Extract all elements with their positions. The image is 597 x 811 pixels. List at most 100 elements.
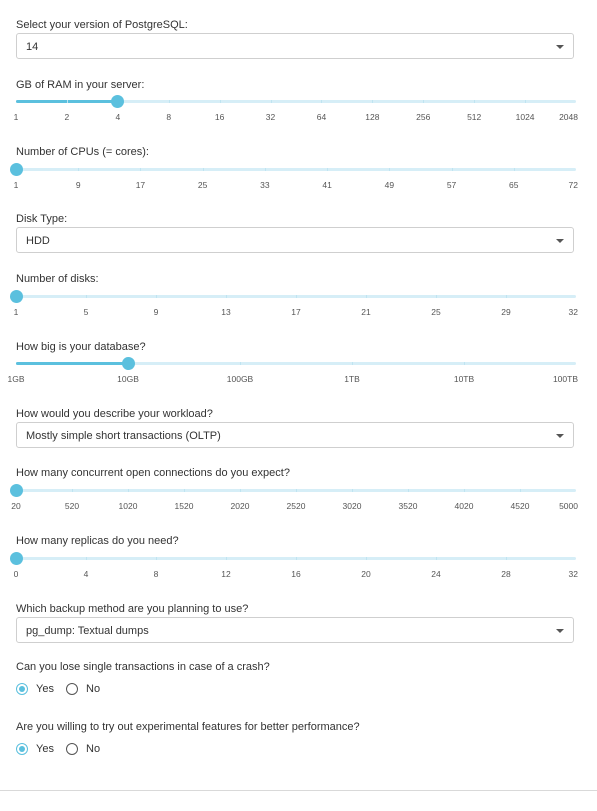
slider-thumb[interactable]: [9, 290, 23, 303]
cpus-label: Number of CPUs (= cores):: [16, 146, 149, 158]
lose-transactions-label: Can you lose single transactions in case…: [16, 661, 270, 673]
slider-thumb[interactable]: [9, 552, 23, 565]
slider-tick-mark: [140, 168, 142, 171]
backup-value: pg_dump: Textual dumps: [26, 625, 149, 637]
slider-tick-label: 9: [75, 180, 81, 190]
slider-tick-label: 32: [568, 307, 578, 317]
slider-tick-label: 8: [166, 112, 172, 122]
slider-tick-label: 72: [568, 180, 578, 190]
slider-tick-label: 100TB: [552, 374, 578, 384]
slider-tick-label: 2520: [286, 501, 306, 511]
workload-select[interactable]: Mostly simple short transactions (OLTP): [16, 422, 574, 448]
postgres-version-value: 14: [26, 41, 39, 53]
slider-tick-mark: [436, 295, 437, 298]
slider-tick-label: 10TB: [453, 374, 475, 384]
db-size-label: How big is your database?: [16, 341, 146, 353]
slider-tick-label: 65: [509, 180, 519, 190]
connections-slider[interactable]: 20 520 1020 1520 2020 2520 3020 3520 4020 4520 500…: [9, 483, 578, 515]
slider-tick-label: 20: [361, 569, 371, 579]
replicas-slider[interactable]: 0 4 8 12 16 20 24 28 32: [9, 551, 578, 583]
slider-tick-label: 256: [416, 112, 431, 122]
slider-fill: [16, 362, 128, 365]
slider-thumb[interactable]: [9, 484, 23, 497]
bottom-divider: [0, 790, 597, 791]
slider-tick-mark: [128, 489, 129, 492]
slider-tick-label: 32: [265, 112, 276, 122]
slider-tick-mark: [436, 557, 437, 560]
slider-tick-label: 13: [221, 307, 231, 317]
disks-slider[interactable]: 1 5 9 13 17 21 25 29 32: [9, 289, 578, 321]
chevron-down-icon: [556, 45, 564, 49]
disks-label: Number of disks:: [16, 273, 99, 285]
slider-tick-mark: [168, 100, 170, 103]
slider-tick-label: 1GB: [7, 374, 25, 384]
connections-label: How many concurrent open connections do …: [16, 467, 290, 479]
slider-tick-label: 128: [365, 112, 380, 122]
slider-tick-label: 2048: [559, 112, 578, 122]
experimental-label: Are you willing to try out experimental …: [16, 721, 360, 733]
slider-track[interactable]: [16, 168, 576, 171]
slider-tick-mark: [78, 168, 80, 171]
slider-tick-mark: [240, 489, 241, 492]
disk-type-label: Disk Type:: [16, 213, 68, 225]
slider-thumb[interactable]: [111, 95, 125, 108]
slider-tick-mark: [270, 100, 272, 103]
slider-tick-label: 1TB: [344, 374, 360, 384]
slider-tick-label: 29: [501, 307, 511, 317]
slider-tick-mark: [366, 295, 367, 298]
slider-tick-label: 16: [291, 569, 301, 579]
chevron-down-icon: [556, 239, 564, 243]
slider-tick-mark: [184, 489, 185, 492]
slider-tick-label: 10GB: [117, 374, 139, 384]
slider-tick-mark: [464, 362, 465, 365]
cpus-slider[interactable]: 1 9 17 25 33 41 49 57 65 72: [9, 162, 578, 194]
slider-tick-mark: [321, 100, 323, 103]
disk-type-select[interactable]: HDD: [16, 227, 574, 253]
slider-tick-label: 1520: [174, 501, 194, 511]
db-size-slider[interactable]: 1GB 10GB 100GB 1TB 10TB 100TB: [7, 356, 578, 388]
slider-thumb[interactable]: [121, 357, 135, 370]
slider-tick-mark: [240, 362, 241, 365]
radio-label: Yes: [36, 743, 54, 755]
slider-tick-mark: [66, 100, 68, 103]
radio-label: Yes: [36, 683, 54, 695]
slider-tick-label: 20: [11, 501, 21, 511]
slider-tick-mark: [226, 557, 227, 560]
slider-tick-label: 64: [316, 112, 327, 122]
slider-tick-mark: [327, 168, 329, 171]
slider-tick-label: 1: [13, 307, 19, 317]
postgres-version-select[interactable]: 14: [16, 33, 574, 59]
backup-select[interactable]: pg_dump: Textual dumps: [16, 617, 574, 643]
slider-tick-mark: [408, 489, 409, 492]
slider-tick-mark: [506, 295, 507, 298]
slider-tick-mark: [156, 557, 157, 560]
slider-tick-label: 4020: [454, 501, 474, 511]
slider-tick-mark: [464, 489, 465, 492]
ram-slider[interactable]: 1 2 4 8 16 32 64 128 256 512 1024 2048: [14, 94, 578, 126]
slider-tick-label: 4: [83, 569, 89, 579]
radio-unchecked-icon: [66, 683, 78, 695]
slider-tick-label: 17: [135, 180, 146, 190]
slider-tick-label: 57: [446, 180, 457, 190]
slider-tick-label: 1020: [118, 501, 138, 511]
workload-label: How would you describe your workload?: [16, 408, 213, 420]
slider-tick-mark: [352, 489, 353, 492]
slider-tick-label: 4520: [510, 501, 530, 511]
slider-tick-mark: [451, 168, 453, 171]
slider-tick-mark: [513, 168, 515, 171]
slider-tick-label: 33: [260, 180, 270, 190]
slider-tick-label: 2020: [230, 501, 250, 511]
slider-tick-mark: [72, 489, 73, 492]
radio-checked-icon: [16, 683, 28, 695]
radio-unchecked-icon: [66, 743, 78, 755]
slider-tick-mark: [202, 168, 204, 171]
slider-tick-label: 17: [291, 307, 301, 317]
slider-tick-label: 1024: [515, 112, 535, 122]
slider-tick-label: 3020: [342, 501, 362, 511]
slider-tick-label: 25: [197, 180, 208, 190]
slider-tick-label: 2: [64, 112, 70, 122]
slider-tick-mark: [352, 362, 353, 365]
slider-thumb[interactable]: [9, 163, 23, 176]
slider-tick-mark: [372, 100, 374, 103]
slider-tick-label: 9: [153, 307, 159, 317]
